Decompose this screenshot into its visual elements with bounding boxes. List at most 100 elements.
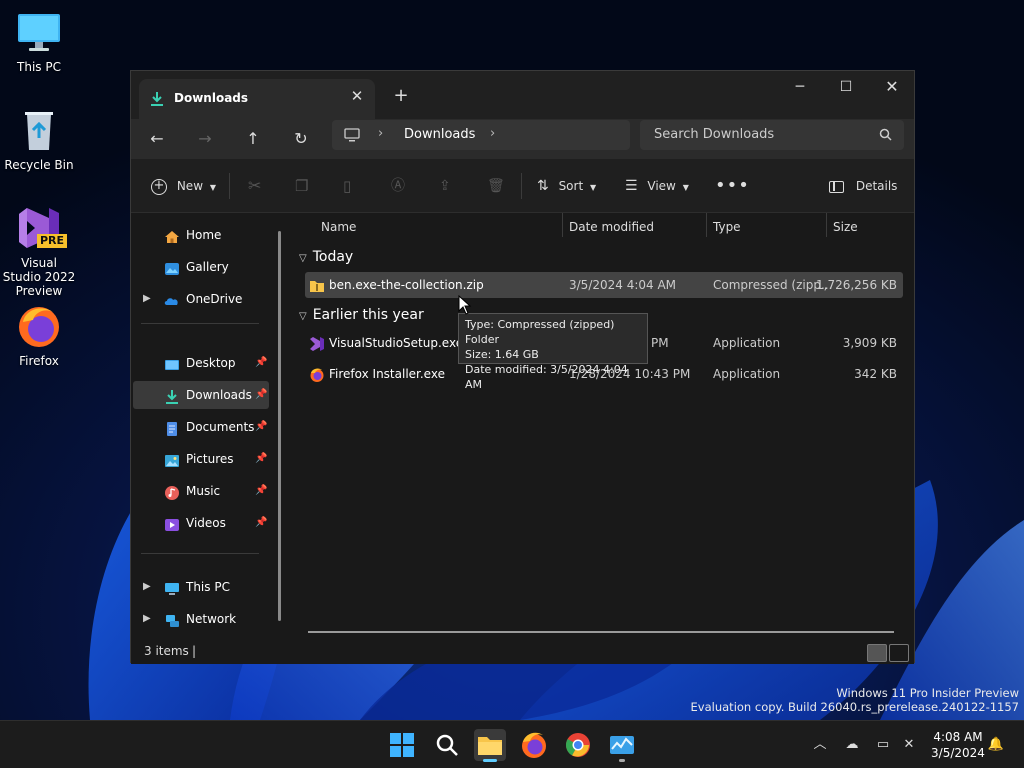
nav-item-onedrive[interactable]: ▶ OneDrive	[133, 285, 269, 313]
start-button[interactable]	[386, 729, 418, 761]
running-indicator	[619, 759, 625, 762]
group-header-today[interactable]: ▽ Today	[299, 249, 353, 265]
delete-button[interactable]: 🗑	[487, 173, 505, 199]
cloud-icon	[164, 291, 180, 307]
pin-icon: 📌	[255, 357, 268, 368]
download-icon	[164, 387, 180, 404]
nav-item-downloads[interactable]: Downloads 📌	[133, 381, 269, 409]
group-header-earlier[interactable]: ▽ Earlier this year	[299, 307, 424, 323]
details-pane-button[interactable]: Details	[829, 173, 897, 199]
breadcrumb-downloads[interactable]: Downloads	[404, 127, 475, 142]
new-label: New	[176, 179, 204, 193]
details-label: Details	[855, 179, 898, 193]
taskbar-app[interactable]	[606, 729, 638, 762]
taskbar-firefox[interactable]	[518, 729, 550, 761]
back-button[interactable]: ←	[142, 124, 172, 154]
tab-label: Downloads	[174, 91, 249, 105]
taskbar-chrome[interactable]	[562, 729, 594, 761]
chevron-right-icon[interactable]: ▶	[143, 285, 151, 313]
close-window-button[interactable]: ✕	[869, 71, 915, 103]
nav-item-home[interactable]: Home	[133, 221, 269, 249]
desktop-icon-label: This PC	[17, 60, 61, 74]
pin-icon: 📌	[255, 389, 268, 400]
nav-item-gallery[interactable]: Gallery	[133, 253, 269, 281]
cut-button[interactable]: ✂	[248, 173, 261, 199]
desktop-icon-label: Visual Studio 2022 Preview	[2, 256, 76, 298]
nav-scrollbar[interactable]	[278, 231, 281, 621]
item-count: 3 items	[144, 644, 189, 658]
large-icons-view-icon[interactable]	[889, 644, 909, 662]
search-box[interactable]: Search Downloads	[640, 120, 904, 150]
nav-item-music[interactable]: Music 📌	[133, 477, 269, 505]
nav-item-videos[interactable]: Videos 📌	[133, 509, 269, 537]
desktop-icon-firefox[interactable]: Firefox	[1, 302, 77, 368]
maximize-button[interactable]: ☐	[823, 71, 869, 103]
firefox-icon	[309, 366, 325, 382]
tab-downloads[interactable]: Downloads ✕	[139, 79, 375, 119]
network-icon[interactable]: ▭	[873, 735, 893, 755]
new-tab-button[interactable]: +	[389, 84, 413, 108]
close-tab-icon[interactable]: ✕	[349, 88, 365, 104]
nav-item-network[interactable]: ▶ Network	[133, 605, 269, 633]
refresh-button[interactable]: ↻	[286, 124, 316, 154]
trash-icon: 🗑	[487, 178, 505, 194]
forward-button[interactable]: →	[190, 124, 220, 154]
clock[interactable]: 4:08 AM 3/5/2024	[928, 729, 988, 761]
nav-item-this-pc[interactable]: ▶ This PC	[133, 573, 269, 601]
desktop-icon-visual-studio[interactable]: PRE Visual Studio 2022 Preview	[1, 204, 77, 298]
music-icon	[164, 483, 180, 500]
horizontal-scrollbar[interactable]	[308, 631, 894, 633]
breadcrumb-chevron-icon: ›	[378, 126, 384, 141]
minimize-button[interactable]: ─	[777, 71, 823, 103]
chevron-down-icon: ▽	[299, 311, 307, 322]
new-button[interactable]: + New ▼	[151, 173, 216, 199]
column-divider[interactable]	[706, 213, 707, 237]
pin-icon: 📌	[255, 517, 268, 528]
column-header-size[interactable]: Size	[833, 213, 858, 241]
onedrive-offline-icon[interactable]: ☁	[842, 735, 862, 755]
details-pane-icon	[829, 180, 844, 193]
address-row: ← → ↑ ↻ › Downloads › Search Downloads	[131, 119, 914, 159]
chevron-right-icon[interactable]: ▶	[143, 573, 151, 601]
details-view-icon[interactable]	[867, 644, 887, 662]
sort-icon: ⇅	[537, 178, 549, 194]
more-options-icon[interactable]: •••	[715, 173, 750, 199]
show-hidden-icons-chevron-icon[interactable]: ︿	[810, 735, 830, 755]
sort-button[interactable]: ⇅ Sort ▼	[537, 173, 596, 199]
taskbar-search-button[interactable]	[431, 729, 463, 761]
chevron-down-icon: ▼	[682, 183, 689, 192]
column-header-type[interactable]: Type	[713, 213, 741, 241]
column-header-name[interactable]: Name	[321, 213, 356, 241]
status-bar: 3 items |	[131, 640, 914, 664]
desktop-icon-label: Recycle Bin	[4, 158, 74, 172]
up-button[interactable]: ↑	[238, 124, 268, 154]
paste-button[interactable]: ▯	[343, 173, 351, 199]
notification-bell-icon[interactable]: 🔔	[986, 735, 1006, 755]
volume-muted-icon[interactable]: ✕	[899, 735, 919, 755]
desktop-icon-recycle-bin[interactable]: Recycle Bin	[1, 106, 77, 172]
column-header-date[interactable]: Date modified	[569, 213, 654, 241]
column-divider[interactable]	[826, 213, 827, 237]
copy-icon: ❐	[295, 177, 309, 195]
view-button[interactable]: ☰ View ▼	[625, 173, 689, 199]
nav-item-pictures[interactable]: Pictures 📌	[133, 445, 269, 473]
table-row[interactable]: ben.exe-the-collection.zip 3/5/2024 4:04…	[305, 272, 903, 298]
copy-button[interactable]: ❐	[295, 173, 308, 199]
nav-item-desktop[interactable]: Desktop 📌	[133, 349, 269, 377]
nav-item-documents[interactable]: Documents 📌	[133, 413, 269, 441]
list-view-icon: ☰	[625, 178, 638, 194]
column-divider[interactable]	[562, 213, 563, 237]
breadcrumb-chevron-icon[interactable]: ›	[490, 126, 495, 141]
chevron-right-icon[interactable]: ▶	[143, 605, 151, 633]
rename-button[interactable]: Ⓐ	[391, 173, 405, 199]
desktop-icon-this-pc[interactable]: This PC	[1, 8, 77, 74]
sort-label: Sort	[558, 179, 584, 193]
share-button[interactable]: ⇪	[439, 173, 451, 199]
recycle-bin-icon	[15, 106, 63, 154]
pin-icon: 📌	[255, 485, 268, 496]
zip-folder-icon	[309, 277, 325, 293]
taskbar-file-explorer[interactable]	[474, 729, 506, 762]
chevron-down-icon: ▼	[209, 183, 216, 192]
address-bar[interactable]: › Downloads ›	[332, 120, 630, 150]
toolbar-divider	[229, 173, 230, 199]
